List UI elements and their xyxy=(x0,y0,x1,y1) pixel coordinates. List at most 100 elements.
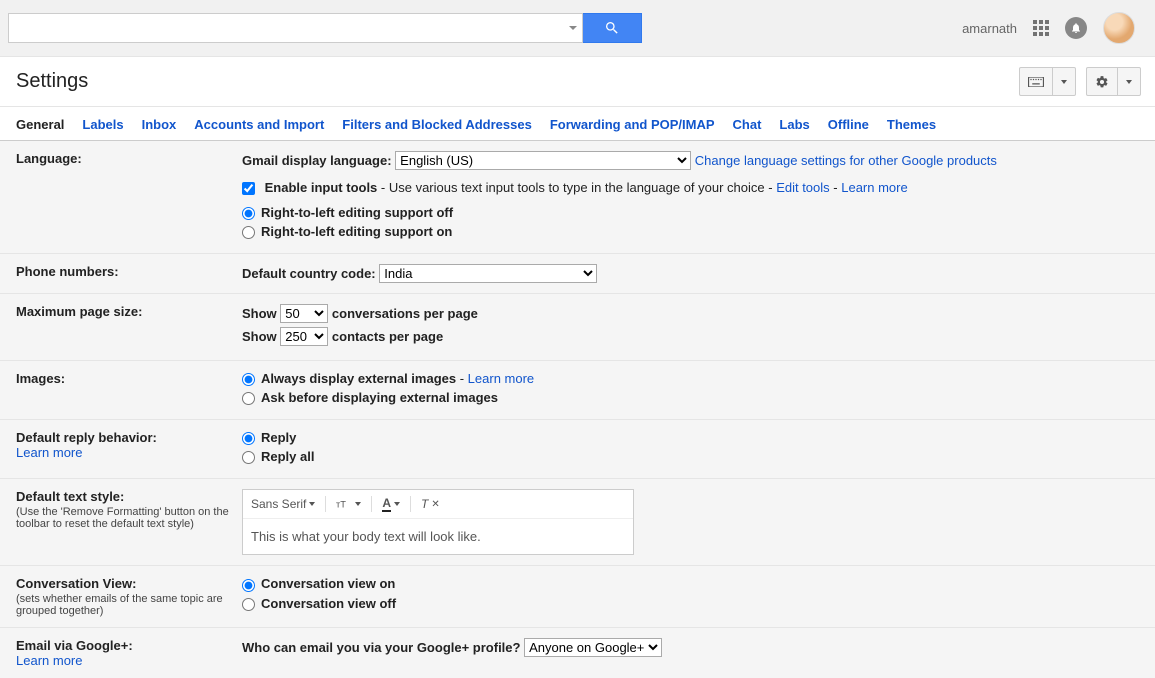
chevron-down-icon xyxy=(394,502,400,506)
edit-tools-link[interactable]: Edit tools xyxy=(776,180,829,195)
reply-label: Reply xyxy=(261,430,296,445)
contacts-per-page-select[interactable]: 250 xyxy=(280,327,328,346)
reply-all-label: Reply all xyxy=(261,449,314,464)
country-code-label: Default country code: xyxy=(242,266,376,281)
conversation-off-label: Conversation view off xyxy=(261,596,396,611)
sub-toolbar-right xyxy=(1019,67,1141,96)
gear-icon xyxy=(1095,75,1109,89)
keyboard-icon xyxy=(1028,77,1044,87)
reply-learn-more-link[interactable]: Learn more xyxy=(16,445,82,460)
conversation-on-label: Conversation view on xyxy=(261,576,395,591)
tab-general[interactable]: General xyxy=(16,117,64,140)
images-learn-more-link[interactable]: Learn more xyxy=(468,371,534,386)
display-language-label: Gmail display language: xyxy=(242,153,392,168)
rtl-on-radio[interactable] xyxy=(242,226,255,239)
change-language-link[interactable]: Change language settings for other Googl… xyxy=(695,153,997,168)
googleplus-learn-more-link[interactable]: Learn more xyxy=(16,653,82,668)
section-label-language: Language: xyxy=(16,151,242,243)
section-language: Language: Gmail display language: Englis… xyxy=(0,141,1155,254)
enable-input-tools-label: Enable input tools xyxy=(265,180,378,195)
search-options-arrow-icon[interactable] xyxy=(569,26,577,30)
page-title: Settings xyxy=(16,70,88,93)
reply-radio[interactable] xyxy=(242,432,255,445)
conversations-suffix: conversations per page xyxy=(332,306,478,321)
textstyle-toolbar: Sans Serif тT A T✕ xyxy=(243,490,633,519)
contacts-suffix: contacts per page xyxy=(332,329,443,344)
country-code-select[interactable]: India xyxy=(379,264,597,283)
tab-themes[interactable]: Themes xyxy=(887,117,936,140)
section-label-images: Images: xyxy=(16,371,242,409)
textstyle-box: Sans Serif тT A T✕ This is what your bod… xyxy=(242,489,634,555)
bell-icon xyxy=(1070,22,1082,34)
section-label-googleplus: Email via Google+: Learn more xyxy=(16,638,242,668)
section-textstyle: Default text style: (Use the 'Remove For… xyxy=(0,479,1155,566)
notifications-button[interactable] xyxy=(1065,17,1087,39)
textstyle-preview: This is what your body text will look li… xyxy=(243,519,633,554)
tab-forwarding[interactable]: Forwarding and POP/IMAP xyxy=(550,117,715,140)
reply-all-radio[interactable] xyxy=(242,451,255,464)
tab-inbox[interactable]: Inbox xyxy=(142,117,177,140)
enable-input-tools-checkbox[interactable] xyxy=(242,182,255,195)
images-always-label: Always display external images xyxy=(261,371,456,386)
images-ask-radio[interactable] xyxy=(242,392,255,405)
header-bar: amarnath xyxy=(0,0,1155,57)
settings-sections: Language: Gmail display language: Englis… xyxy=(0,141,1155,678)
chevron-down-icon xyxy=(355,502,361,506)
section-googleplus: Email via Google+: Learn more Who can em… xyxy=(0,628,1155,678)
header-right: amarnath xyxy=(962,12,1147,44)
settings-tabs: General Labels Inbox Accounts and Import… xyxy=(0,109,1155,141)
svg-text:тT: тT xyxy=(336,500,346,510)
chevron-down-icon xyxy=(1126,80,1132,84)
rtl-on-label: Right-to-left editing support on xyxy=(261,224,452,239)
tab-accounts[interactable]: Accounts and Import xyxy=(194,117,324,140)
settings-gear-button[interactable] xyxy=(1086,67,1141,96)
textstyle-hint: (Use the 'Remove Formatting' button on t… xyxy=(16,506,242,530)
font-family-button[interactable]: Sans Serif xyxy=(251,497,315,511)
apps-grid-icon[interactable] xyxy=(1033,20,1049,36)
rtl-off-label: Right-to-left editing support off xyxy=(261,205,453,220)
section-label-pagesize: Maximum page size: xyxy=(16,304,242,350)
googleplus-who-select[interactable]: Anyone on Google+ xyxy=(524,638,662,657)
avatar[interactable] xyxy=(1103,12,1135,44)
conversation-hint: (sets whether emails of the same topic a… xyxy=(16,593,242,617)
conversation-on-radio[interactable] xyxy=(242,579,255,592)
show-label-2: Show xyxy=(242,329,277,344)
font-size-button[interactable]: тT xyxy=(336,498,361,510)
input-tools-button[interactable] xyxy=(1019,67,1076,96)
sub-toolbar: Settings xyxy=(0,57,1155,107)
section-phone: Phone numbers: Default country code: Ind… xyxy=(0,254,1155,294)
show-label-1: Show xyxy=(242,306,277,321)
section-images: Images: Always display external images -… xyxy=(0,361,1155,420)
text-color-button[interactable]: A xyxy=(382,496,400,512)
conversation-off-radio[interactable] xyxy=(242,598,255,611)
search-wrap xyxy=(8,13,642,43)
images-always-radio[interactable] xyxy=(242,373,255,386)
search-button[interactable] xyxy=(582,13,642,43)
chevron-down-icon xyxy=(1061,80,1067,84)
enable-input-tools-desc: - Use various text input tools to type i… xyxy=(377,180,776,195)
section-label-reply: Default reply behavior: Learn more xyxy=(16,430,242,468)
search-input[interactable] xyxy=(8,13,583,43)
text-size-icon: тT xyxy=(336,498,352,510)
googleplus-who-label: Who can email you via your Google+ profi… xyxy=(242,640,520,655)
search-icon xyxy=(604,20,620,36)
images-ask-label: Ask before displaying external images xyxy=(261,390,498,405)
section-label-conversation: Conversation View: (sets whether emails … xyxy=(16,576,242,617)
tab-offline[interactable]: Offline xyxy=(828,117,869,140)
section-label-phone: Phone numbers: xyxy=(16,264,242,283)
section-pagesize: Maximum page size: Show 50 conversations… xyxy=(0,294,1155,361)
tab-chat[interactable]: Chat xyxy=(733,117,762,140)
display-language-select[interactable]: English (US) xyxy=(395,151,691,170)
remove-formatting-button[interactable]: T✕ xyxy=(421,497,440,511)
section-reply: Default reply behavior: Learn more Reply… xyxy=(0,420,1155,479)
rtl-off-radio[interactable] xyxy=(242,207,255,220)
chevron-down-icon xyxy=(309,502,315,506)
username[interactable]: amarnath xyxy=(962,21,1017,36)
tab-labs[interactable]: Labs xyxy=(779,117,809,140)
tab-filters[interactable]: Filters and Blocked Addresses xyxy=(342,117,532,140)
search-input-wrap xyxy=(8,13,583,43)
section-label-textstyle: Default text style: (Use the 'Remove For… xyxy=(16,489,242,555)
learn-more-link[interactable]: Learn more xyxy=(841,180,907,195)
conversations-per-page-select[interactable]: 50 xyxy=(280,304,328,323)
tab-labels[interactable]: Labels xyxy=(82,117,123,140)
